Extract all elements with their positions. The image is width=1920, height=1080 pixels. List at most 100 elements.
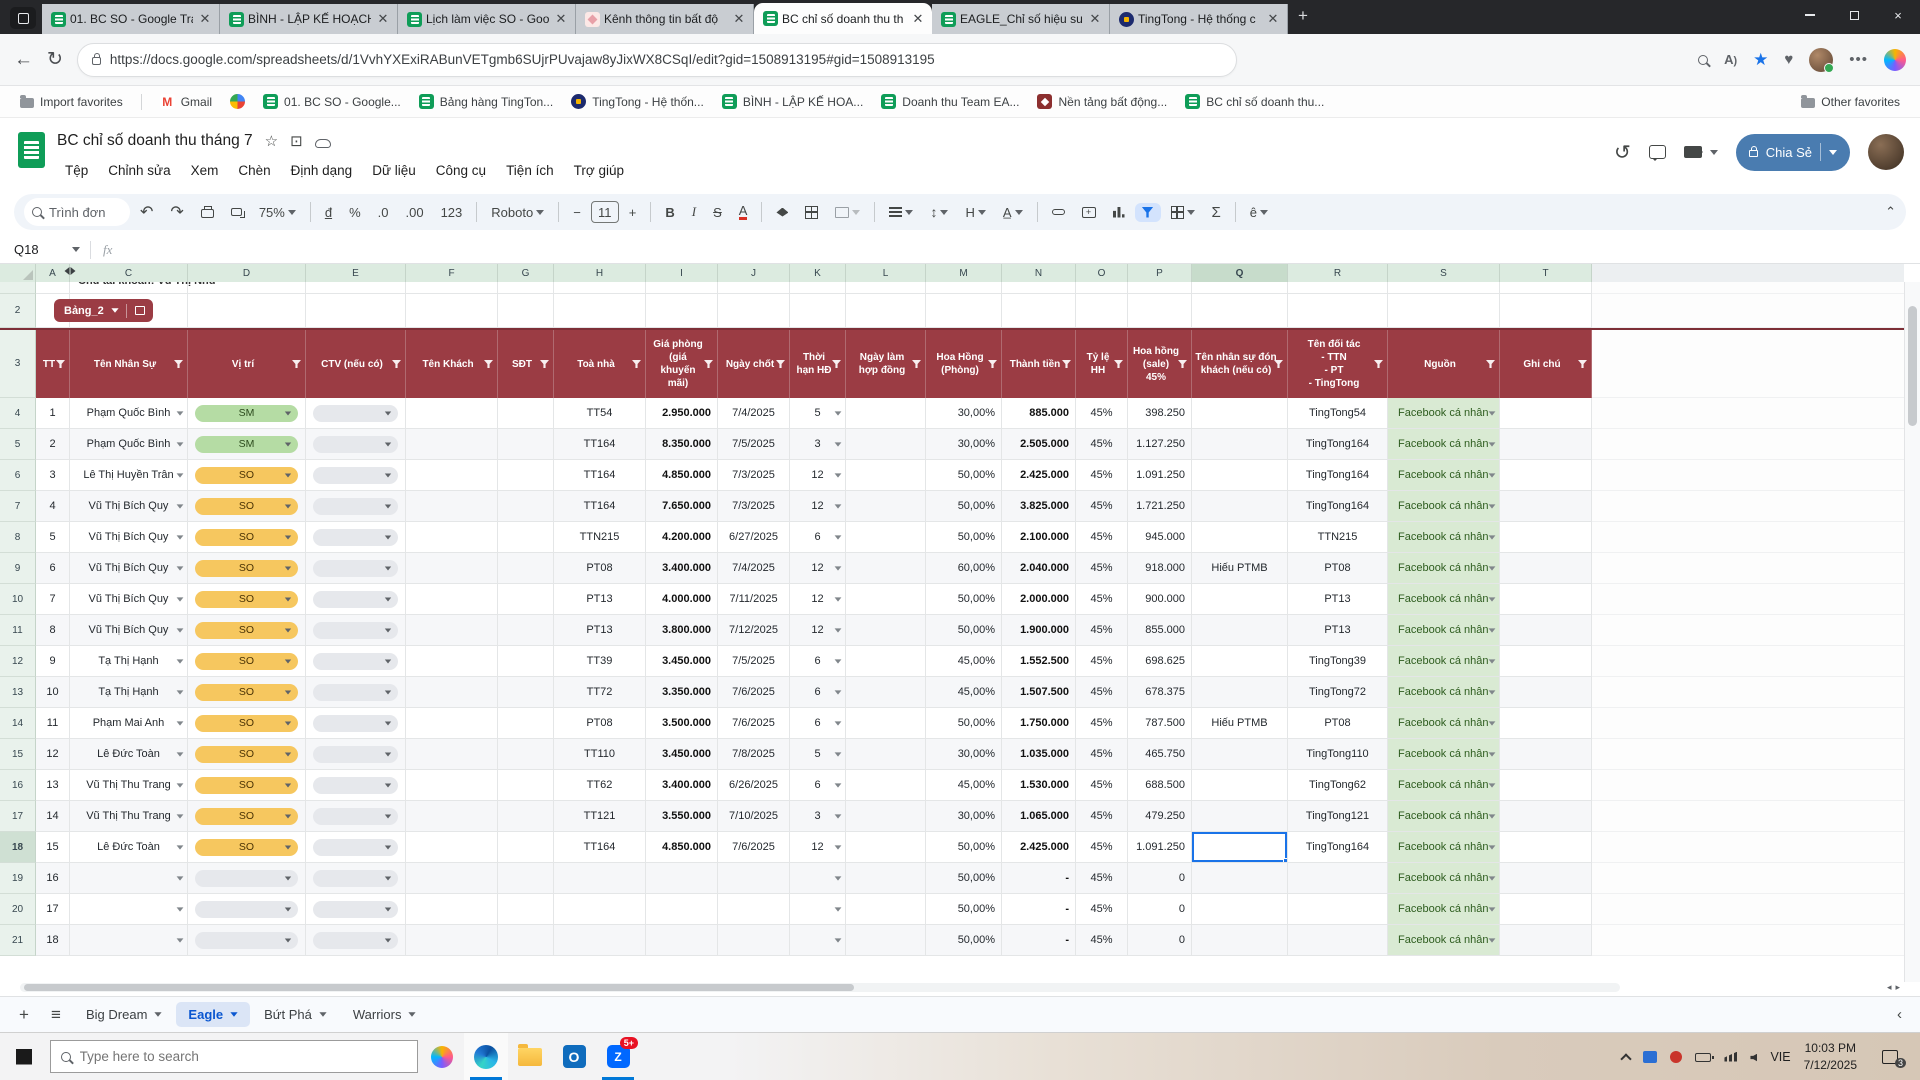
chevron-down-icon[interactable]	[835, 721, 842, 725]
browser-tab[interactable]: 01. BC SO - Google Tra✕	[42, 4, 220, 34]
dropdown-chip-vitri[interactable]: SO	[195, 746, 298, 763]
cell-tt[interactable]: 5	[36, 522, 70, 553]
row-header-12[interactable]: 12	[0, 646, 36, 677]
cell-ctv[interactable]	[306, 708, 406, 739]
filter-funnel-icon[interactable]	[292, 360, 301, 368]
chevron-down-icon[interactable]	[1489, 504, 1496, 508]
column-header-H[interactable]: H	[554, 264, 646, 282]
merge-cells-button[interactable]	[828, 203, 867, 222]
cell-tt[interactable]: 15	[36, 832, 70, 863]
chevron-down-icon[interactable]	[1489, 938, 1496, 942]
cell-tyle[interactable]: 45%	[1076, 615, 1128, 646]
cell-chot[interactable]: 7/6/2025	[718, 832, 790, 863]
chevron-down-icon[interactable]	[835, 504, 842, 508]
currency-format-button[interactable]: đ	[318, 201, 339, 224]
chevron-down-icon[interactable]	[835, 907, 842, 911]
cell-ctv[interactable]	[306, 584, 406, 615]
font-size-input[interactable]: 11	[591, 201, 619, 223]
cell-sdt[interactable]	[498, 522, 554, 553]
cell-ten[interactable]: Vũ Thị Bích Quy	[70, 615, 188, 646]
cell-hhsale[interactable]: 1.091.250	[1128, 832, 1192, 863]
cell-gia[interactable]: 3.400.000	[646, 553, 718, 584]
taskbar-edge-button[interactable]	[464, 1033, 508, 1080]
cell-gia[interactable]: 7.650.000	[646, 491, 718, 522]
cell-han[interactable]: 3	[790, 801, 846, 832]
column-header-R[interactable]: R	[1288, 264, 1388, 282]
input-tools-button[interactable]: ê	[1243, 201, 1275, 224]
dropdown-chip-vitri[interactable]: SO	[195, 715, 298, 732]
cell[interactable]	[1076, 282, 1128, 294]
dropdown-chip-ctv[interactable]	[313, 932, 398, 949]
cell-tien[interactable]: 2.100.000	[1002, 522, 1076, 553]
cell-khach[interactable]	[406, 615, 498, 646]
dropdown-chip-ctv[interactable]	[313, 653, 398, 670]
cell-toanha[interactable]: TT164	[554, 832, 646, 863]
cell-tyle[interactable]: 45%	[1076, 584, 1128, 615]
maximize-button[interactable]	[1832, 0, 1876, 30]
cell-toanha[interactable]: TT39	[554, 646, 646, 677]
cell[interactable]	[846, 282, 926, 294]
network-icon[interactable]	[1724, 1052, 1737, 1062]
cell-ngaylam[interactable]	[846, 398, 926, 429]
row-header-17[interactable]: 17	[0, 801, 36, 832]
cell-vitri[interactable]: SO	[188, 460, 306, 491]
cell-tien[interactable]: 1.900.000	[1002, 615, 1076, 646]
functions-button[interactable]: Σ	[1205, 200, 1228, 225]
cell-chot[interactable]: 7/3/2025	[718, 491, 790, 522]
bookmark-item[interactable]: Doanh thu Team EA...	[873, 91, 1027, 112]
filter-funnel-icon[interactable]	[174, 360, 183, 368]
cell-ten[interactable]	[70, 863, 188, 894]
filter-funnel-icon[interactable]	[1578, 360, 1587, 368]
cell-hhphong[interactable]: 30,00%	[926, 429, 1002, 460]
chevron-down-icon[interactable]	[155, 1012, 162, 1017]
cell-chot[interactable]: 6/27/2025	[718, 522, 790, 553]
cell-gia[interactable]	[646, 894, 718, 925]
cell-hhphong[interactable]: 50,00%	[926, 584, 1002, 615]
cell-gia[interactable]	[646, 863, 718, 894]
tab-close-icon[interactable]: ✕	[1265, 11, 1281, 27]
dropdown-chip-ctv[interactable]	[313, 591, 398, 608]
cell-ctv[interactable]	[306, 801, 406, 832]
chevron-down-icon[interactable]	[1489, 876, 1496, 880]
cell-tyle[interactable]: 45%	[1076, 894, 1128, 925]
table-header-ctv[interactable]: CTV (nếu có)	[306, 330, 406, 398]
cell-ngaylam[interactable]	[846, 584, 926, 615]
language-indicator[interactable]: VIE	[1770, 1050, 1790, 1064]
cell-vitri[interactable]: SO	[188, 646, 306, 677]
cell-sdt[interactable]	[498, 491, 554, 522]
cell-toanha[interactable]	[554, 894, 646, 925]
cell-ctv[interactable]	[306, 832, 406, 863]
cell-doitac[interactable]	[1288, 925, 1388, 956]
cell-han[interactable]: 12	[790, 460, 846, 491]
cell-ngaylam[interactable]	[846, 429, 926, 460]
cell-hhphong[interactable]: 30,00%	[926, 801, 1002, 832]
cell-tyle[interactable]: 45%	[1076, 522, 1128, 553]
cell-ngaylam[interactable]	[846, 708, 926, 739]
collapse-toolbar-icon[interactable]: ⌃	[1885, 204, 1896, 220]
cell-tien[interactable]: 1.065.000	[1002, 801, 1076, 832]
cell-tien[interactable]: 2.425.000	[1002, 832, 1076, 863]
cell-gia[interactable]: 3.500.000	[646, 708, 718, 739]
row-header-14[interactable]: 14	[0, 708, 36, 739]
cell-ten[interactable]: Phạm Quốc Bình	[70, 398, 188, 429]
dropdown-chip-vitri[interactable]	[195, 932, 298, 949]
browser-menu-icon[interactable]: •••	[1849, 51, 1868, 68]
dropdown-chip-ctv[interactable]	[313, 684, 398, 701]
cell-ngaylam[interactable]	[846, 677, 926, 708]
cell[interactable]	[1128, 282, 1192, 294]
cell-doitac[interactable]: TingTong164	[1288, 460, 1388, 491]
chevron-down-icon[interactable]	[1489, 473, 1496, 477]
bookmark-item[interactable]: Bảng hàng TingTon...	[411, 91, 561, 112]
cell-ngaylam[interactable]	[846, 832, 926, 863]
table-header-hhsale[interactable]: Hoa hồng (sale) 45%	[1128, 330, 1192, 398]
cell-doitac[interactable]: PT08	[1288, 553, 1388, 584]
volume-icon[interactable]	[1750, 1054, 1757, 1062]
cell-hhphong[interactable]: 60,00%	[926, 553, 1002, 584]
cell-sdt[interactable]	[498, 553, 554, 584]
menu-tệp[interactable]: Tệp	[57, 160, 96, 181]
taskbar-outlook-button[interactable]: O	[552, 1033, 596, 1080]
row-header-10[interactable]: 10	[0, 584, 36, 615]
cell-sdt[interactable]	[498, 429, 554, 460]
cell-ctv[interactable]	[306, 398, 406, 429]
cell-hhphong[interactable]: 30,00%	[926, 739, 1002, 770]
